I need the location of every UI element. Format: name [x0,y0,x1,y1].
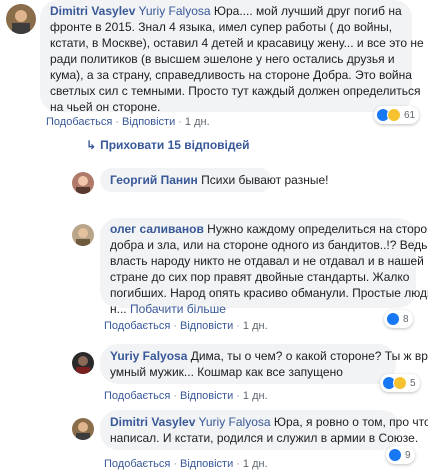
hide-replies-link[interactable]: ↳ Приховати 15 відповідей [86,138,250,152]
comment-bubble: Dimitri Vasylev Yuriy Falyosa Юра, я ров… [100,410,428,450]
tagged-user[interactable]: Yuriy Falyosa [199,415,271,429]
tagged-user[interactable]: Yuriy Falyosa [139,4,211,18]
person-photo-icon [72,352,94,374]
comment-author[interactable]: олег саливанов [110,222,204,236]
sad-reaction-icon [393,376,407,390]
comment-text-line: кстати, в Москве), оставил 4 детей и кра… [50,36,424,50]
avatar[interactable] [72,224,94,246]
comment-text-line: фронте в 2015. Знал 4 языка, имел супер … [50,20,393,34]
comment-text-line: стране до сих пор правят двойные стандар… [110,270,410,284]
reaction-count: 61 [404,109,416,121]
comment-text-line: умный мужик... Кошмар как все запущено [110,365,343,379]
person-photo-icon [6,4,36,34]
reaction-count: 8 [403,313,409,325]
comment-text-line: Юра.... мой лучший друг погиб на [210,4,402,18]
reply-arrow-icon: ↳ [86,138,97,152]
timestamp[interactable]: 1 дн. [243,458,268,470]
see-more-link[interactable]: Побачити більше [130,302,226,316]
avatar[interactable] [6,4,36,34]
avatar[interactable] [72,418,94,440]
person-photo-icon [72,224,94,246]
comment-text-line: ради политиков (в высшем эшелоне у него … [50,52,395,66]
comment-text-line: написал. И кстати, родился и служил в ар… [110,431,419,445]
reply-button[interactable]: Відповісти [122,116,175,128]
comment-bubble: Dimitri Vasylev Yuriy Falyosa Юра.... мо… [40,0,424,114]
avatar[interactable] [72,172,94,194]
comment-actions: Подобається · Відповісти · 1 дн. [104,390,268,402]
comment-text-line: кума), а за страну, справедливость на ст… [50,68,412,82]
comment-bubble: Yuriy Falyosa Дима, ты о чем? о какой ст… [100,344,428,384]
like-reaction-icon [386,312,400,326]
comment-text-line: Дима, ты о чем? о какой стороне? Ты ж вр… [187,349,428,363]
comment-text-line: Юра, я ровно о том, про что [270,415,428,429]
reactions-badge[interactable]: 8 [384,310,413,328]
sad-reaction-icon [387,108,401,122]
avatar[interactable] [72,352,94,374]
comment-author[interactable]: Dimitri Vasylev [50,4,135,18]
comment-author[interactable]: Dimitri Vasylev [110,415,195,429]
comment-text-line: светлых сил с темными. Просто тут каждый… [50,84,421,98]
comment-actions: Подобається · Відповісти · 1 дн. [46,116,210,128]
comment-text-line: Нужно каждому определиться на стороне [203,222,428,236]
comment-text-line: добра и зла, или на стороне одного из ба… [110,238,428,252]
like-button[interactable]: Подобається [104,458,170,470]
like-reaction-icon [388,448,402,462]
like-button[interactable]: Подобається [104,390,170,402]
comment-text-line: на чьей он стороне. [50,100,161,114]
comment-bubble: олег саливанов Нужно каждому определитьс… [100,218,428,316]
hide-replies-label: Приховати 15 відповідей [100,138,250,152]
comment-text-line: погибших. Народ опять красиво обманули. … [110,286,428,300]
reply-button[interactable]: Відповісти [180,390,233,402]
comment-actions: Подобається · Відповісти · 1 дн. [104,458,268,470]
reply-button[interactable]: Відповісти [180,320,233,332]
timestamp[interactable]: 1 дн. [243,320,268,332]
truncated-text: н... [110,302,127,316]
reactions-badge[interactable]: 61 [374,106,420,124]
reactions-badge[interactable]: 9 [386,446,415,464]
comment-text-line: власть народу никто не отдавал и не отда… [110,254,424,268]
like-button[interactable]: Подобається [46,116,112,128]
comment-actions: Подобається · Відповісти · 1 дн. [104,320,268,332]
reactions-badge[interactable]: 5 [380,374,420,392]
comment-bubble: Георгий Панин Психи бывают разные! [100,168,328,192]
reaction-count: 5 [410,377,416,389]
comment-author[interactable]: Георгий Панин [110,173,198,187]
person-photo-icon [72,172,94,194]
reply-button[interactable]: Відповісти [180,458,233,470]
person-photo-icon [72,418,94,440]
comment-text: Психи бывают разные! [201,173,329,187]
reaction-count: 9 [405,449,411,461]
like-button[interactable]: Подобається [104,320,170,332]
timestamp[interactable]: 1 дн. [185,116,210,128]
timestamp[interactable]: 1 дн. [243,390,268,402]
comment-author[interactable]: Yuriy Falyosa [110,349,187,363]
